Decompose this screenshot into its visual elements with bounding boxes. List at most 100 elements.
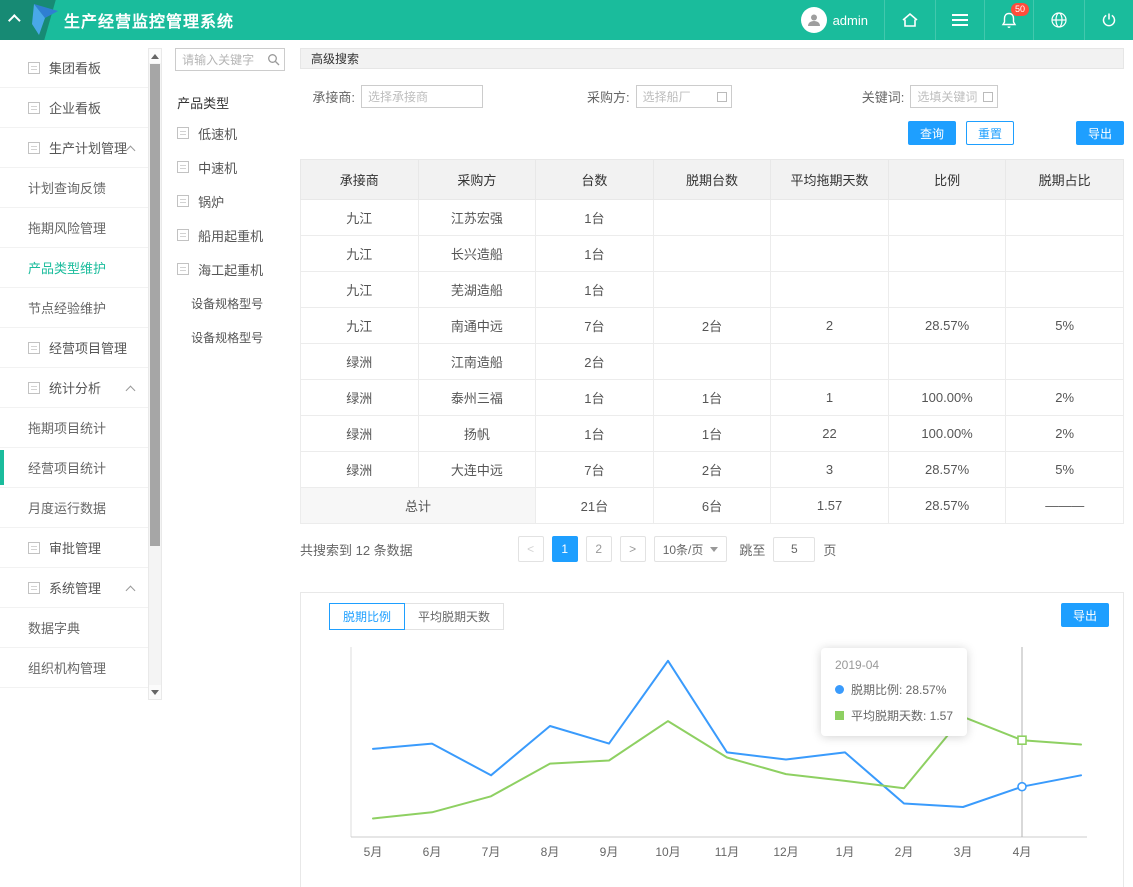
sidebar-item[interactable]: 计划查询反馈 (0, 168, 148, 208)
chart-tabs: 脱期比例平均脱期天数 (329, 603, 1111, 630)
scroll-down-button[interactable] (149, 685, 162, 699)
total-row: 总计21台6台1.5728.57%——— (301, 488, 1124, 524)
table-row[interactable]: 绿洲江南造船2台 (301, 344, 1124, 380)
x-axis-label: 9月 (596, 844, 622, 860)
chart-tab[interactable]: 平均脱期天数 (404, 603, 504, 630)
table-cell (771, 272, 889, 308)
sidebar-item[interactable]: 审批管理 (0, 528, 148, 568)
table-row[interactable]: 绿洲大连中远7台2台328.57%5% (301, 452, 1124, 488)
menu-toggle-button[interactable] (935, 0, 984, 40)
advanced-search-header[interactable]: 高级搜索 (300, 48, 1124, 69)
table-cell (888, 200, 1006, 236)
sidebar-item-label: 拖期项目统计 (28, 418, 106, 437)
tree-sub-item[interactable]: 设备规格型号 (175, 286, 290, 320)
chart-export-button[interactable]: 导出 (1061, 603, 1109, 627)
sidebar-item[interactable]: 节点经验维护 (0, 288, 148, 328)
sidebar-item[interactable]: 经营项目管理 (0, 328, 148, 368)
tree-box-icon (177, 161, 189, 173)
column-header: 台数 (536, 160, 654, 200)
tree-item[interactable]: 锅炉 (175, 184, 290, 218)
filter-input[interactable] (911, 86, 983, 107)
menu-box-icon (28, 582, 40, 594)
table-cell: 大连中远 (418, 452, 536, 488)
filter-input[interactable] (637, 86, 717, 107)
sidebar-item[interactable]: 数据字典 (0, 608, 148, 648)
page-button[interactable]: 1 (552, 536, 578, 562)
table-cell (1006, 344, 1124, 380)
scroll-up-button[interactable] (149, 49, 162, 63)
prev-page-button[interactable]: < (518, 536, 544, 562)
total-cell: 1.57 (771, 488, 889, 524)
table-cell: 3 (771, 452, 889, 488)
sidebar-item[interactable]: 生产计划管理 (0, 128, 148, 168)
tree-root-label[interactable]: 产品类型 (177, 93, 290, 112)
logout-button[interactable] (1084, 0, 1133, 40)
avatar (801, 7, 827, 33)
tree-item[interactable]: 船用起重机 (175, 218, 290, 252)
app-logo-icon (30, 4, 60, 36)
table-row[interactable]: 九江南通中远7台2台228.57%5% (301, 308, 1124, 344)
column-header: 采购方 (418, 160, 536, 200)
chart-tab[interactable]: 脱期比例 (329, 603, 405, 630)
sidebar-item-label: 审批管理 (49, 538, 101, 557)
sidebar-item-label: 生产计划管理 (49, 138, 127, 157)
page-size-select[interactable]: 10条/页 (654, 536, 728, 562)
sidebar-item[interactable]: 组织机构管理 (0, 648, 148, 688)
tree-item[interactable]: 海工起重机 (175, 252, 290, 286)
sidebar-item[interactable]: 拖期风险管理 (0, 208, 148, 248)
sidebar-item-label: 产品类型维护 (28, 258, 106, 277)
notifications-button[interactable]: 50 (984, 0, 1033, 40)
page-button[interactable]: 2 (586, 536, 612, 562)
table-row[interactable]: 九江长兴造船1台 (301, 236, 1124, 272)
tooltip-item: 平均脱期天数: 1.57 (835, 707, 953, 724)
sidebar-item[interactable]: 月度运行数据 (0, 488, 148, 528)
sidebar-item[interactable]: 系统管理 (0, 568, 148, 608)
reset-button[interactable]: 重置 (966, 121, 1014, 145)
table-row[interactable]: 九江江苏宏强1台 (301, 200, 1124, 236)
table-cell (771, 200, 889, 236)
table-cell (771, 344, 889, 380)
query-button[interactable]: 查询 (908, 121, 956, 145)
table-row[interactable]: 绿洲扬帆1台1台22100.00%2% (301, 416, 1124, 452)
tree-box-icon (177, 263, 189, 275)
jump-page-input[interactable] (773, 537, 815, 562)
filter-label: 采购方: (575, 87, 630, 106)
sidebar-item[interactable]: 经营项目统计 (0, 448, 148, 488)
next-page-button[interactable]: > (620, 536, 646, 562)
tree-sub-item[interactable]: 设备规格型号 (175, 320, 290, 354)
table-cell (653, 272, 771, 308)
table-export-button[interactable]: 导出 (1076, 121, 1124, 145)
scrollbar-thumb[interactable] (150, 64, 161, 546)
select-box-icon (983, 92, 993, 102)
globe-icon (1050, 11, 1068, 29)
total-cell: 28.57% (888, 488, 1006, 524)
table-row[interactable]: 绿洲泰州三福1台1台1100.00%2% (301, 380, 1124, 416)
sidebar-item[interactable]: 拖期项目统计 (0, 408, 148, 448)
table-cell: 100.00% (888, 416, 1006, 452)
table-cell: 芜湖造船 (418, 272, 536, 308)
language-button[interactable] (1033, 0, 1084, 40)
home-button[interactable] (884, 0, 935, 40)
table-cell: 2% (1006, 380, 1124, 416)
column-header: 脱期占比 (1006, 160, 1124, 200)
notification-badge: 50 (1011, 3, 1029, 16)
x-axis-label: 6月 (419, 844, 445, 860)
filter-input[interactable] (362, 86, 482, 107)
sidebar-scrollbar (148, 48, 163, 700)
tree-item[interactable]: 低速机 (175, 116, 290, 150)
sidebar-item-label: 集团看板 (49, 58, 101, 77)
table-row[interactable]: 九江芜湖造船1台 (301, 272, 1124, 308)
user-menu[interactable]: admin (785, 0, 884, 40)
sidebar-item[interactable]: 集团看板 (0, 48, 148, 88)
top-header: 生产经营监控管理系统 admin 50 (0, 0, 1133, 40)
table-cell (1006, 236, 1124, 272)
tree-box-icon (177, 195, 189, 207)
sidebar-item[interactable]: 统计分析 (0, 368, 148, 408)
sidebar-item[interactable]: 产品类型维护 (0, 248, 148, 288)
sidebar-item[interactable]: 企业看板 (0, 88, 148, 128)
table-cell: 扬帆 (418, 416, 536, 452)
x-axis-label: 12月 (773, 844, 799, 860)
tree-item[interactable]: 中速机 (175, 150, 290, 184)
search-icon[interactable] (267, 53, 280, 66)
sidebar-item-label: 企业看板 (49, 98, 101, 117)
